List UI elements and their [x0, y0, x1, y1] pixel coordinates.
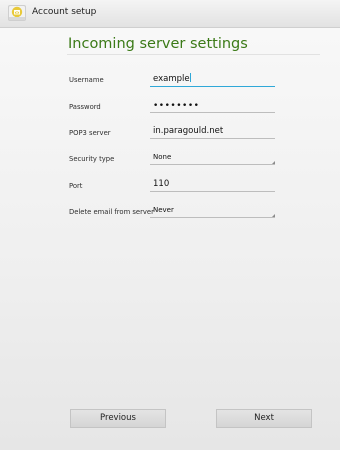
dropdown-arrow-icon	[272, 161, 275, 164]
username-field[interactable]: example	[150, 73, 275, 87]
action-bar: Account setup	[0, 0, 340, 28]
security-type-label: Security type	[69, 155, 115, 163]
security-type-select[interactable]: None	[150, 152, 275, 165]
previous-button[interactable]: Previous	[70, 409, 166, 428]
title-divider	[67, 54, 320, 55]
delete-email-value: Never	[153, 206, 174, 214]
dropdown-arrow-icon	[272, 214, 275, 217]
email-app-icon[interactable]	[7, 3, 27, 23]
password-label: Password	[69, 103, 101, 111]
actionbar-title: Account setup	[32, 7, 97, 17]
port-field[interactable]: 110	[150, 179, 275, 192]
security-type-value: None	[153, 153, 172, 161]
next-button[interactable]: Next	[216, 409, 312, 428]
password-field[interactable]: ••••••••	[150, 101, 275, 113]
page-title: Incoming server settings	[68, 36, 248, 52]
text-caret	[189, 73, 191, 82]
port-value: 110	[153, 179, 170, 189]
delete-email-select[interactable]: Never	[150, 205, 275, 218]
username-label: Username	[69, 76, 104, 84]
username-value: example	[153, 73, 191, 84]
port-label: Port	[69, 182, 83, 190]
pop3-server-label: POP3 server	[69, 129, 111, 137]
password-value: ••••••••	[153, 101, 200, 111]
pop3-server-value: in.paragould.net	[153, 126, 224, 136]
delete-email-label: Delete email from server	[69, 208, 154, 216]
pop3-server-field[interactable]: in.paragould.net	[150, 126, 275, 139]
